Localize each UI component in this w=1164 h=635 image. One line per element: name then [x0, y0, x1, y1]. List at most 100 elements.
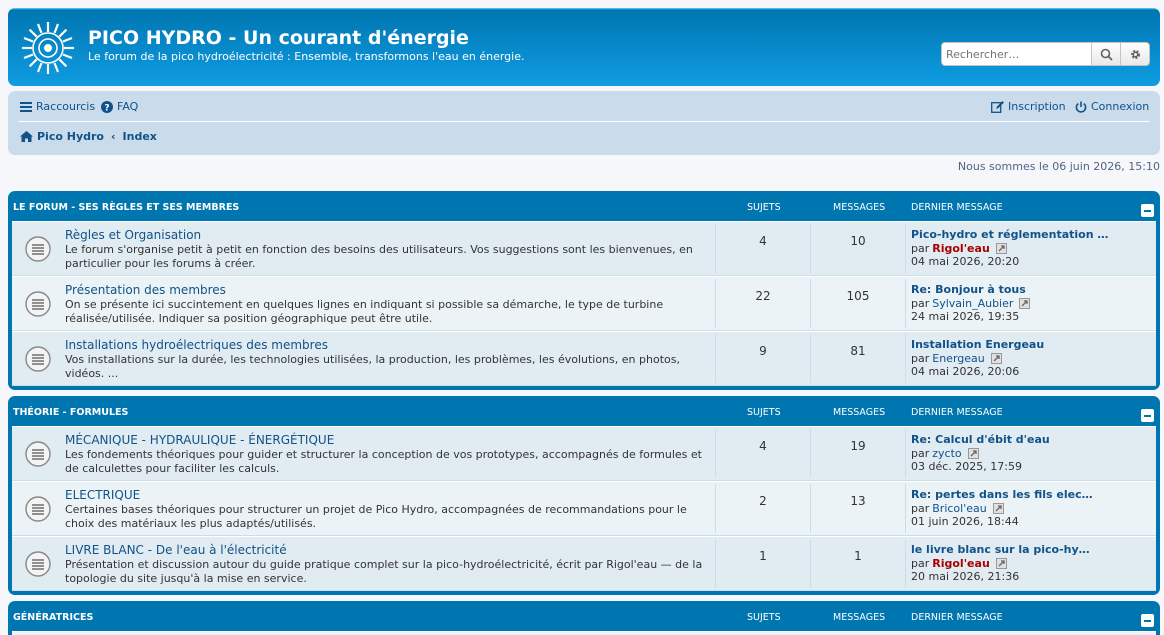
last-post-date: 01 juin 2026, 18:44: [911, 515, 1019, 528]
view-latest-post-icon[interactable]: [995, 558, 1007, 569]
divider: [905, 334, 906, 383]
last-post-title[interactable]: Pico-hydro et réglementation …: [911, 228, 1108, 241]
category-title[interactable]: THÉORIE - FORMULES: [13, 407, 128, 418]
login-label: Connexion: [1091, 100, 1150, 113]
category-header: THÉORIE - FORMULES SUJETS MESSAGES DERNI…: [12, 396, 1156, 426]
divider: [810, 429, 811, 478]
category-title[interactable]: LE FORUM - SES RÈGLES ET SES MEMBRES: [13, 202, 239, 213]
site-header: PICO HYDRO - Un courant d'énergie Le for…: [8, 8, 1160, 86]
shortcuts-menu[interactable]: Raccourcis: [20, 100, 95, 113]
forum-row: Installations hydroélectriques des membr…: [12, 331, 1156, 386]
forum-row: ELECTRIQUE Certaines bases théoriques po…: [12, 481, 1156, 536]
topics-count: 9: [759, 344, 767, 358]
forum-title[interactable]: ELECTRIQUE: [65, 488, 140, 502]
divider: [810, 484, 811, 533]
advanced-search-button[interactable]: [1121, 42, 1150, 66]
last-post-title[interactable]: Installation Energeau: [911, 338, 1044, 351]
last-post-title[interactable]: Re: Calcul d'ébit d'eau: [911, 433, 1050, 446]
breadcrumb: Pico Hydro ‹ Index: [20, 130, 157, 143]
last-post-date: 20 mai 2026, 21:36: [911, 570, 1020, 583]
divider: [715, 334, 716, 383]
breadcrumb-home[interactable]: Pico Hydro: [37, 130, 104, 143]
site-title[interactable]: PICO HYDRO - Un courant d'énergie: [88, 27, 469, 49]
divider: [905, 279, 906, 328]
view-latest-post-icon[interactable]: [967, 448, 979, 459]
posts-count: 105: [846, 289, 870, 303]
last-post-title[interactable]: Re: pertes dans les fils elec…: [911, 488, 1093, 501]
posts-count: 19: [850, 439, 866, 453]
forum-read-icon: [25, 496, 51, 522]
divider: [715, 429, 716, 478]
author-link[interactable]: zycto: [932, 447, 961, 460]
svg-text:?: ?: [104, 103, 109, 113]
view-latest-post-icon[interactable]: [992, 503, 1004, 514]
search-box: [941, 42, 1159, 66]
author-link[interactable]: Bricol'eau: [932, 502, 986, 515]
author-link[interactable]: Rigol'eau: [932, 242, 990, 255]
faq-link[interactable]: ? FAQ: [101, 100, 138, 113]
forum-title[interactable]: MÉCANIQUE - HYDRAULIQUE - ÉNERGÉTIQUE: [65, 433, 334, 447]
posts-count: 1: [854, 549, 862, 563]
forum-row: MÉCANIQUE - HYDRAULIQUE - ÉNERGÉTIQUE Le…: [12, 426, 1156, 481]
register-label: Inscription: [1008, 100, 1066, 113]
forum-read-icon: [25, 291, 51, 317]
forum-list: MÉCANIQUE - HYDRAULIQUE - ÉNERGÉTIQUE Le…: [12, 426, 1156, 591]
shortcuts-label: Raccourcis: [36, 100, 96, 113]
forum-title[interactable]: LIVRE BLANC - De l'eau à l'électricité: [65, 543, 287, 557]
forum-read-icon: [25, 346, 51, 372]
view-latest-post-icon[interactable]: [1019, 298, 1031, 309]
home-icon: [20, 131, 33, 142]
last-post-title[interactable]: le livre blanc sur la pico-hy…: [911, 543, 1090, 556]
last-post-author: par Bricol'eau: [911, 502, 1004, 515]
forum-title[interactable]: Installations hydroélectriques des membr…: [65, 338, 328, 352]
divider: [715, 279, 716, 328]
register-link[interactable]: Inscription: [991, 100, 1066, 113]
view-latest-post-icon[interactable]: [990, 353, 1002, 364]
collapse-button[interactable]: [1141, 614, 1154, 627]
col-topics: SUJETS: [747, 612, 781, 623]
author-link[interactable]: Sylvain_Aubier: [932, 297, 1013, 310]
minus-icon: [1144, 414, 1151, 417]
col-topics: SUJETS: [747, 407, 781, 418]
search-button[interactable]: [1092, 42, 1121, 66]
login-link[interactable]: Connexion: [1075, 100, 1149, 113]
posts-count: 81: [850, 344, 866, 358]
hamburger-icon: [20, 102, 32, 112]
site-logo-icon[interactable]: [20, 20, 76, 76]
power-icon: [1075, 101, 1087, 113]
last-post-title[interactable]: Re: Bonjour à tous: [911, 283, 1026, 296]
edit-icon: [991, 100, 1004, 113]
col-last: DERNIER MESSAGE: [911, 407, 1003, 418]
category-forum-rules: LE FORUM - SES RÈGLES ET SES MEMBRES SUJ…: [8, 191, 1160, 390]
category-title[interactable]: GÉNÉRATRICES: [13, 612, 93, 623]
by-label: par: [911, 447, 930, 460]
divider: [810, 334, 811, 383]
navbar-divider: [18, 121, 1150, 122]
divider: [810, 539, 811, 588]
author-link[interactable]: Rigol'eau: [932, 557, 990, 570]
gear-icon: [1130, 49, 1140, 59]
navbar: Raccourcis ? FAQ Inscription Connexion P…: [8, 91, 1160, 155]
search-input[interactable]: [941, 42, 1092, 66]
by-label: par: [911, 557, 930, 570]
topics-count: 22: [755, 289, 771, 303]
posts-count: 13: [850, 494, 866, 508]
forum-title[interactable]: Règles et Organisation: [65, 228, 201, 242]
col-posts: MESSAGES: [833, 407, 886, 418]
collapse-button[interactable]: [1141, 204, 1154, 217]
forum-title[interactable]: Présentation des membres: [65, 283, 226, 297]
divider: [715, 539, 716, 588]
forum-description: Certaines bases théoriques pour structur…: [65, 503, 687, 530]
topics-count: 4: [759, 234, 767, 248]
search-icon: [1100, 48, 1113, 61]
category-generators: GÉNÉRATRICES SUJETS MESSAGES DERNIER MES…: [8, 601, 1160, 635]
view-latest-post-icon[interactable]: [995, 243, 1007, 254]
col-posts: MESSAGES: [833, 202, 886, 213]
col-last: DERNIER MESSAGE: [911, 612, 1003, 623]
collapse-button[interactable]: [1141, 409, 1154, 422]
divider: [905, 429, 906, 478]
faq-label: FAQ: [117, 100, 139, 113]
divider: [905, 484, 906, 533]
author-link[interactable]: Energeau: [932, 352, 984, 365]
breadcrumb-index[interactable]: Index: [123, 130, 157, 143]
